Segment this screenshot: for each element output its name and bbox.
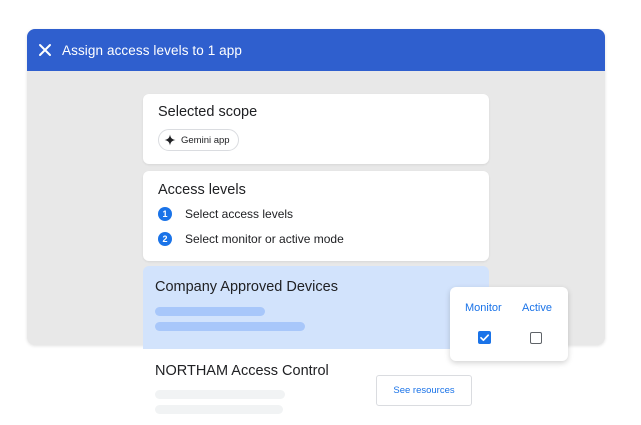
step-number-badge: 2 — [158, 232, 172, 246]
access-levels-title: Access levels — [158, 182, 246, 198]
monitor-checkbox[interactable] — [478, 331, 491, 344]
close-icon — [39, 44, 51, 56]
monitor-label: Monitor — [465, 302, 502, 314]
level-name: NORTHAM Access Control — [155, 363, 329, 379]
placeholder-line — [155, 405, 283, 414]
sparkle-icon — [164, 134, 176, 146]
chip-label: Gemini app — [181, 134, 230, 146]
checkmark-icon — [480, 334, 490, 342]
step-label: Select access levels — [185, 207, 294, 221]
access-levels-card: Access levels 1 Select access levels 2 S… — [143, 171, 489, 261]
active-checkbox[interactable] — [530, 332, 542, 344]
mode-selector-card: Monitor Active — [450, 287, 568, 361]
placeholder-line — [155, 307, 265, 316]
step-2: 2 Select monitor or active mode — [158, 232, 344, 246]
see-resources-button[interactable]: See resources — [376, 375, 472, 406]
close-button[interactable] — [36, 41, 54, 59]
step-number-badge: 1 — [158, 207, 172, 221]
level-row-company-approved-devices[interactable]: Company Approved Devices — [143, 266, 489, 349]
step-1: 1 Select access levels — [158, 207, 293, 221]
step-label: Select monitor or active mode — [185, 232, 344, 246]
dialog-title: Assign access levels to 1 app — [62, 42, 242, 58]
level-row-northam-access-control[interactable]: NORTHAM Access Control See resources — [143, 349, 489, 425]
dialog-header: Assign access levels to 1 app — [27, 29, 605, 71]
selected-scope-title: Selected scope — [158, 104, 258, 120]
selected-scope-card: Selected scope Gemini app — [143, 94, 489, 164]
gemini-app-chip[interactable]: Gemini app — [158, 129, 239, 151]
placeholder-line — [155, 322, 305, 331]
level-name: Company Approved Devices — [155, 279, 338, 295]
placeholder-line — [155, 390, 285, 399]
active-label: Active — [522, 302, 552, 314]
